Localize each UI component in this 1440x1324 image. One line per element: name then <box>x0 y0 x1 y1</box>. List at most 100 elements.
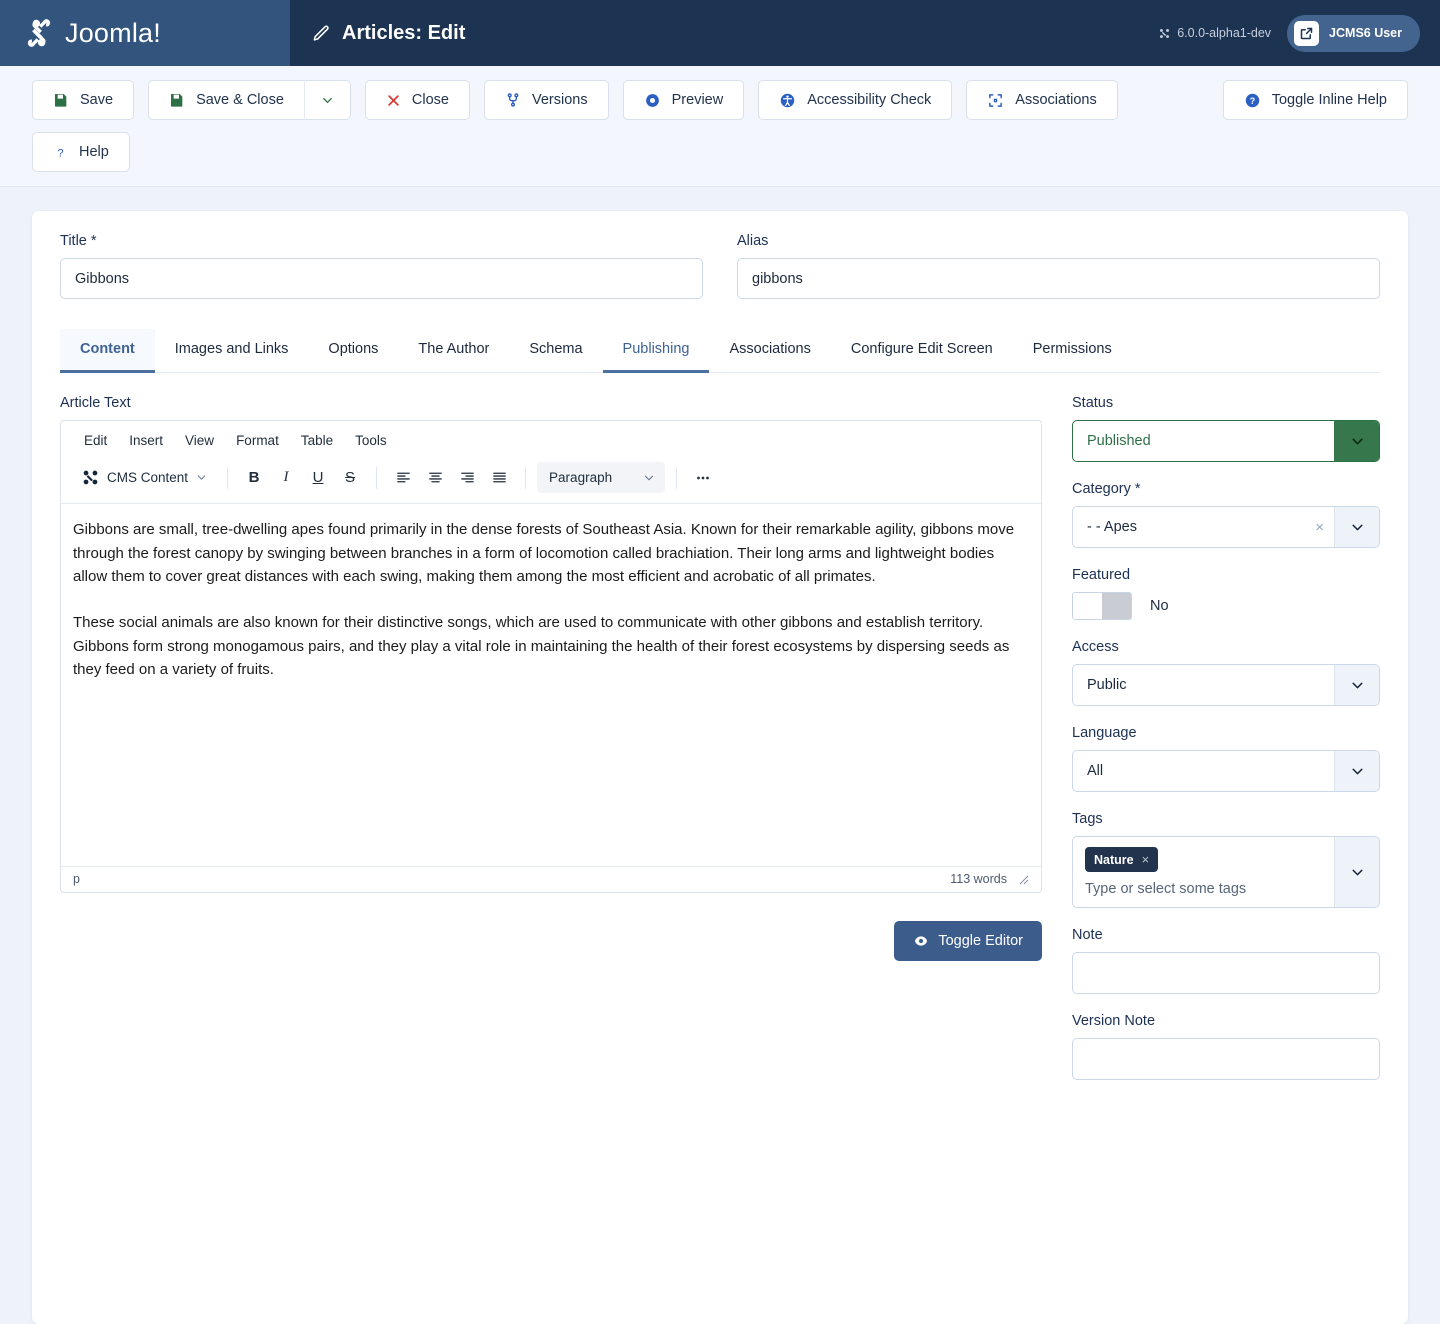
save-options-dropdown-button[interactable] <box>304 80 351 120</box>
svg-text:?: ? <box>1250 95 1255 105</box>
word-count: 113 words <box>950 872 1007 886</box>
tags-placeholder: Type or select some tags <box>1085 881 1322 897</box>
preview-eye-icon <box>644 92 661 109</box>
tab-options[interactable]: Options <box>308 329 398 373</box>
menu-edit[interactable]: Edit <box>75 429 116 452</box>
resize-handle-icon[interactable] <box>1017 873 1029 885</box>
paragraph-style-select[interactable]: Paragraph <box>537 462 665 493</box>
editor-status-bar: p 113 words <box>61 866 1041 892</box>
status-select[interactable]: Published <box>1072 420 1380 462</box>
category-field: Category * - - Apes × <box>1072 481 1380 548</box>
tab-publishing[interactable]: Publishing <box>603 329 710 373</box>
tab-schema[interactable]: Schema <box>509 329 602 373</box>
featured-toggle-off-half <box>1102 593 1131 619</box>
tags-input-area[interactable]: Nature × Type or select some tags <box>1073 837 1334 907</box>
align-right-button[interactable] <box>452 463 482 493</box>
menu-format[interactable]: Format <box>227 429 288 452</box>
preview-button[interactable]: Preview <box>623 80 745 120</box>
help-button[interactable]: ? Help <box>32 132 130 172</box>
title-input[interactable] <box>60 258 703 299</box>
menu-insert[interactable]: Insert <box>120 429 172 452</box>
tab-content[interactable]: Content <box>60 329 155 373</box>
element-path[interactable]: p <box>73 872 80 886</box>
tags-select[interactable]: Nature × Type or select some tags <box>1072 836 1380 908</box>
tag-chip[interactable]: Nature × <box>1085 847 1158 872</box>
save-button[interactable]: Save <box>32 80 134 120</box>
editor-content-area[interactable]: Gibbons are small, tree-dwelling apes fo… <box>61 504 1041 866</box>
save-and-close-label: Save & Close <box>196 92 284 108</box>
category-value: - - Apes <box>1073 507 1315 547</box>
branch-icon <box>505 92 521 108</box>
chevron-down-icon <box>195 471 208 484</box>
close-icon <box>386 93 401 108</box>
brand-area[interactable]: Joomla! <box>0 0 290 66</box>
joomla-mark-icon <box>81 468 100 487</box>
cms-content-button[interactable]: CMS Content <box>73 463 216 493</box>
version-indicator: 6.0.0-alpha1-dev <box>1158 26 1271 40</box>
version-note-input[interactable] <box>1072 1038 1380 1080</box>
align-justify-icon <box>491 469 508 486</box>
version-note-label: Version Note <box>1072 1013 1380 1029</box>
accessibility-check-button[interactable]: Accessibility Check <box>758 80 952 120</box>
featured-toggle-row: No <box>1072 592 1380 620</box>
language-select[interactable]: All <box>1072 750 1380 792</box>
accessibility-check-label: Accessibility Check <box>807 92 931 108</box>
brand-name: Joomla! <box>65 20 161 47</box>
tab-permissions[interactable]: Permissions <box>1013 329 1132 373</box>
category-select[interactable]: - - Apes × <box>1072 506 1380 548</box>
chevron-down-icon[interactable] <box>1334 837 1379 907</box>
help-button-label: Help <box>79 144 109 160</box>
italic-button[interactable]: I <box>271 463 301 493</box>
alias-input[interactable] <box>737 258 1380 299</box>
toggle-editor-button[interactable]: Toggle Editor <box>894 921 1042 961</box>
svg-text:?: ? <box>57 147 63 159</box>
version-label: 6.0.0-alpha1-dev <box>1177 26 1271 40</box>
preview-button-label: Preview <box>672 92 724 108</box>
toggle-inline-help-button[interactable]: ? Toggle Inline Help <box>1223 80 1408 120</box>
language-value: All <box>1073 751 1334 791</box>
access-value: Public <box>1073 665 1334 705</box>
more-toolbar-button[interactable] <box>688 463 718 493</box>
close-button[interactable]: Close <box>365 80 470 120</box>
save-and-close-button[interactable]: Save & Close <box>148 80 304 120</box>
save-icon <box>169 92 185 108</box>
featured-field: Featured No <box>1072 567 1380 620</box>
edit-form-card: Title * Alias Content Images and Links O… <box>32 211 1408 1324</box>
align-center-button[interactable] <box>420 463 450 493</box>
access-select[interactable]: Public <box>1072 664 1380 706</box>
ellipsis-icon <box>694 469 712 487</box>
pencil-icon <box>312 24 331 43</box>
tab-configure-edit-screen[interactable]: Configure Edit Screen <box>831 329 1013 373</box>
language-field: Language All <box>1072 725 1380 792</box>
bold-button[interactable]: B <box>239 463 269 493</box>
menu-view[interactable]: View <box>176 429 223 452</box>
menu-tools[interactable]: Tools <box>346 429 396 452</box>
paragraph-style-value: Paragraph <box>549 470 612 485</box>
page-title: Articles: Edit <box>342 22 465 45</box>
user-menu-button[interactable]: JCMS6 User <box>1287 15 1420 52</box>
content-body: Article Text Edit Insert View Format Tab… <box>60 395 1380 1099</box>
alias-field-block: Alias <box>737 233 1380 299</box>
joomla-mark-icon <box>1158 27 1171 40</box>
strikethrough-button[interactable]: S <box>335 463 365 493</box>
chevron-down-icon <box>1334 665 1379 705</box>
align-left-button[interactable] <box>388 463 418 493</box>
tab-associations[interactable]: Associations <box>709 329 830 373</box>
tag-chip-remove-icon[interactable]: × <box>1142 852 1150 867</box>
note-input[interactable] <box>1072 952 1380 994</box>
versions-button[interactable]: Versions <box>484 80 609 120</box>
joomla-logo-icon <box>22 16 56 50</box>
menu-table[interactable]: Table <box>292 429 342 452</box>
featured-toggle[interactable] <box>1072 592 1132 620</box>
article-paragraph: These social animals are also known for … <box>73 611 1029 682</box>
align-justify-button[interactable] <box>484 463 514 493</box>
tab-the-author[interactable]: The Author <box>398 329 509 373</box>
tab-images-and-links[interactable]: Images and Links <box>155 329 309 373</box>
chevron-down-icon <box>1334 751 1379 791</box>
associations-button[interactable]: Associations <box>966 80 1117 120</box>
category-clear-button[interactable]: × <box>1315 507 1334 547</box>
toolbar-separator <box>227 467 228 489</box>
underline-button[interactable]: U <box>303 463 333 493</box>
joomla-brand-logo[interactable]: Joomla! <box>22 16 161 50</box>
user-name-label: JCMS6 User <box>1329 26 1402 40</box>
